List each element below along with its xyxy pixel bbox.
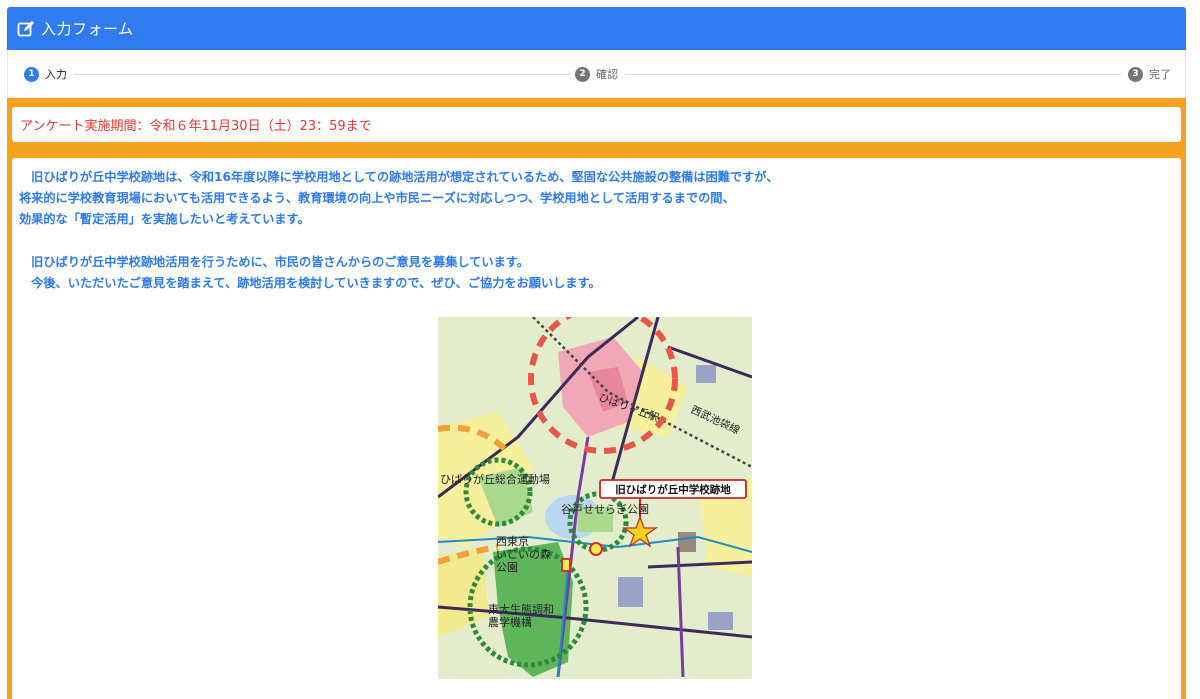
paragraph-line: 将来的に学校教育現場においても活用できるよう、教育環境の向上や市民ニーズに対応し… <box>19 191 735 205</box>
step-label: 確認 <box>596 68 618 81</box>
form-header: 入力フォーム <box>7 7 1186 50</box>
paragraph-line: 今後、いただいたご意見を踏まえて、跡地活用を検討していきますので、ぜひ、ご協力を… <box>19 276 601 290</box>
step-confirm: 2 確認 <box>575 66 618 82</box>
map-label-university: 農学機構 <box>488 615 532 629</box>
paragraph-line: 効果的な「暫定活用」を実施したいと考えています。 <box>19 212 310 226</box>
map-label-sports-ground: ひばりが丘総合運動場 <box>440 472 550 486</box>
map-label-ikoi-forest: 西東京 <box>496 534 529 548</box>
site-location-map: ひばりヶ丘駅 西武池袋線 ひばりが丘総合運動場 谷戸せせらぎ公園 西東京 いこい… <box>438 317 752 679</box>
map-label-ikoi-forest: 公園 <box>496 561 518 574</box>
map-callout-label: 旧ひばりが丘中学校跡地 <box>615 483 731 496</box>
description-card: 旧ひばりが丘中学校跡地は、令和16年度以降に学校用地としての跡地活用が想定されて… <box>12 158 1181 699</box>
paragraph-line: 旧ひばりが丘中学校跡地活用を行うために、市民の皆さんからのご意見を募集しています… <box>19 255 529 269</box>
step-connector <box>625 74 1121 75</box>
description-paragraph-2: 旧ひばりが丘中学校跡地活用を行うために、市民の皆さんからのご意見を募集しています… <box>19 252 601 294</box>
step-label: 入力 <box>45 68 67 81</box>
step-number: 2 <box>575 66 590 82</box>
step-complete: 3 完了 <box>1128 66 1171 82</box>
edit-icon <box>17 20 35 38</box>
map-label-university: 東大生態調和 <box>488 602 554 616</box>
step-connector <box>74 74 570 75</box>
step-input: 1 入力 <box>24 66 67 82</box>
header-title: 入力フォーム <box>41 20 134 38</box>
map-label-ikoi-forest: いこいの森 <box>496 547 551 561</box>
description-paragraph-1: 旧ひばりが丘中学校跡地は、令和16年度以降に学校用地としての跡地活用が想定されて… <box>19 167 778 230</box>
progress-stepper: 1 入力 2 確認 3 完了 <box>7 50 1186 98</box>
survey-period-notice: アンケート実施期間：令和６年11月30日（土）23：59まで <box>12 107 1181 142</box>
map-label-yato-park: 谷戸せせらぎ公園 <box>561 502 649 516</box>
step-number: 1 <box>24 66 39 82</box>
paragraph-line: 旧ひばりが丘中学校跡地は、令和16年度以降に学校用地としての跡地活用が想定されて… <box>19 170 779 184</box>
step-number: 3 <box>1128 66 1143 82</box>
survey-period-text: アンケート実施期間：令和６年11月30日（土）23：59まで <box>20 119 372 134</box>
step-label: 完了 <box>1149 68 1171 81</box>
